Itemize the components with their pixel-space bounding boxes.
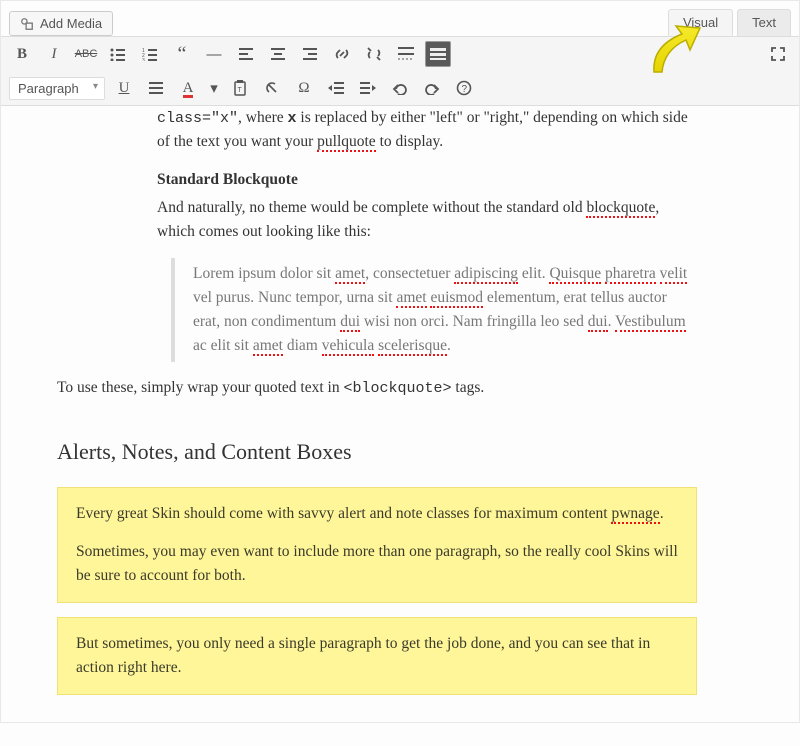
italic-button[interactable]: I <box>41 41 67 67</box>
format-select[interactable]: Paragraph <box>9 77 105 100</box>
bold-button[interactable]: B <box>9 41 35 67</box>
body-paragraph: To use these, simply wrap your quoted te… <box>57 376 697 400</box>
add-media-button[interactable]: Add Media <box>9 11 113 36</box>
toolbar-toggle-button[interactable] <box>425 41 451 67</box>
redo-button[interactable] <box>419 75 445 101</box>
alert-paragraph: Sometimes, you may even want to include … <box>76 540 678 588</box>
text-color-dropdown-icon[interactable]: ▾ <box>207 75 221 101</box>
link-button[interactable] <box>329 41 355 67</box>
bullet-list-button[interactable] <box>105 41 131 67</box>
text-color-button[interactable]: A <box>175 75 201 101</box>
body-paragraph: class="x", where x is replaced by either… <box>157 106 697 154</box>
strike-button[interactable]: ABC <box>73 41 99 67</box>
justify-button[interactable] <box>143 75 169 101</box>
editor-toolbar: B I ABC 123 “ — Paragraph U A ▾ T Ω ? <box>1 36 799 106</box>
undo-button[interactable] <box>387 75 413 101</box>
editor-content-area[interactable]: class="x", where x is replaced by either… <box>1 106 799 746</box>
clear-format-button[interactable] <box>259 75 285 101</box>
alert-paragraph: Every great Skin should come with savvy … <box>76 502 678 526</box>
heading-alerts: Alerts, Notes, and Content Boxes <box>57 435 697 469</box>
alert-paragraph: But sometimes, you only need a single pa… <box>76 632 678 680</box>
align-left-button[interactable] <box>233 41 259 67</box>
tab-visual[interactable]: Visual <box>668 9 733 36</box>
align-right-button[interactable] <box>297 41 323 67</box>
svg-text:T: T <box>238 87 243 94</box>
media-icon <box>20 17 34 31</box>
help-button[interactable]: ? <box>451 75 477 101</box>
align-center-button[interactable] <box>265 41 291 67</box>
svg-text:?: ? <box>462 84 468 95</box>
heading-standard-blockquote: Standard Blockquote <box>157 168 697 192</box>
editor-mode-tabs: Visual Text <box>664 9 791 36</box>
svg-text:3: 3 <box>142 58 145 61</box>
hr-button[interactable]: — <box>201 41 227 67</box>
number-list-button[interactable]: 123 <box>137 41 163 67</box>
outdent-button[interactable] <box>323 75 349 101</box>
special-char-button[interactable]: Ω <box>291 75 317 101</box>
add-media-label: Add Media <box>40 16 102 31</box>
fullscreen-button[interactable] <box>765 41 791 67</box>
body-paragraph: And naturally, no theme would be complet… <box>157 196 697 244</box>
quote-button[interactable]: “ <box>169 41 195 67</box>
alert-box: Every great Skin should come with savvy … <box>57 487 697 603</box>
tab-text[interactable]: Text <box>737 9 791 36</box>
indent-button[interactable] <box>355 75 381 101</box>
paste-text-button[interactable]: T <box>227 75 253 101</box>
blockquote-sample: Lorem ipsum dolor sit amet, consectetuer… <box>171 258 697 362</box>
more-button[interactable] <box>393 41 419 67</box>
code-class: class="x" <box>157 110 238 127</box>
underline-button[interactable]: U <box>111 75 137 101</box>
unlink-button[interactable] <box>361 41 387 67</box>
alert-box: But sometimes, you only need a single pa… <box>57 617 697 695</box>
